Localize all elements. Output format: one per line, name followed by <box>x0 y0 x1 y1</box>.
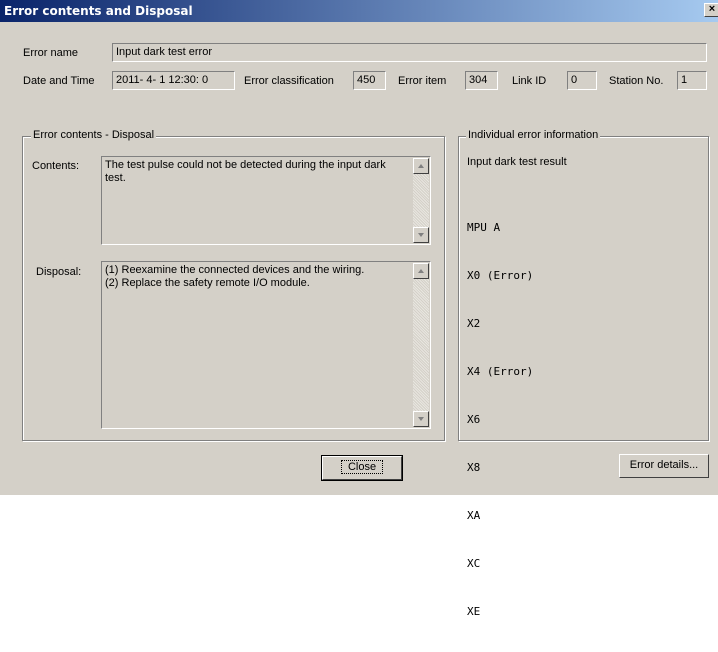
contents-text: The test pulse could not be detected dur… <box>105 159 386 184</box>
title-bar[interactable]: Error contents and Disposal × <box>0 0 718 22</box>
error-item-label: Error item <box>398 75 447 87</box>
scroll-up-button[interactable] <box>413 158 429 174</box>
error-name-label: Error name <box>23 47 79 59</box>
close-window-icon[interactable]: × <box>704 3 718 17</box>
list-item: XC <box>467 557 481 570</box>
close-button[interactable]: Close <box>321 455 403 481</box>
disposal-text: (1) Reexamine the connected devices and … <box>105 264 365 289</box>
error-classification-field: 450 <box>353 71 386 90</box>
disposal-textbox[interactable]: (1) Reexamine the connected devices and … <box>101 261 431 429</box>
list-item: X0 (Error) <box>467 269 534 282</box>
input-dark-test-result-label: Input dark test result <box>467 156 567 168</box>
list-item: X8 <box>467 461 481 474</box>
list-item: X4 (Error) <box>467 365 534 378</box>
list-item: X6 <box>467 413 481 426</box>
error-details-button[interactable]: Error details... <box>619 454 709 478</box>
station-no-field: 1 <box>677 71 707 90</box>
contents-textbox[interactable]: The test pulse could not be detected dur… <box>101 156 431 245</box>
list-item: X2 <box>467 317 481 330</box>
close-button-label: Close <box>340 460 384 474</box>
scroll-up-button[interactable] <box>413 263 429 279</box>
arrow-down-icon <box>418 417 424 421</box>
contents-label: Contents: <box>32 160 80 172</box>
error-item-field: 304 <box>465 71 498 90</box>
date-time-label: Date and Time <box>23 75 95 87</box>
error-name-field: Input dark test error <box>112 43 707 62</box>
arrow-down-icon <box>418 233 424 237</box>
individual-error-list: MPU A X0 (Error) X2 X4 (Error) X6 X8 XA … <box>467 188 533 652</box>
list-item: XA <box>467 509 481 522</box>
station-no-label: Station No. <box>609 75 664 87</box>
list-item: XE <box>467 605 481 618</box>
scroll-down-button[interactable] <box>413 227 429 243</box>
list-item: MPU A <box>467 221 501 234</box>
contents-scrollbar[interactable] <box>413 158 429 243</box>
error-classification-label: Error classification <box>244 75 334 87</box>
arrow-up-icon <box>418 164 424 168</box>
disposal-label: Disposal: <box>36 266 82 278</box>
contents-disposal-group-title: Error contents - Disposal <box>31 129 157 141</box>
scroll-down-button[interactable] <box>413 411 429 427</box>
link-id-label: Link ID <box>512 75 547 87</box>
error-dialog: Error contents and Disposal × Error name… <box>0 0 718 618</box>
window-title: Error contents and Disposal <box>4 4 193 18</box>
date-time-field: 2011- 4- 1 12:30: 0 <box>112 71 235 90</box>
link-id-field: 0 <box>567 71 597 90</box>
disposal-scrollbar[interactable] <box>413 263 429 427</box>
individual-error-group-title: Individual error information <box>466 129 601 141</box>
arrow-up-icon <box>418 269 424 273</box>
